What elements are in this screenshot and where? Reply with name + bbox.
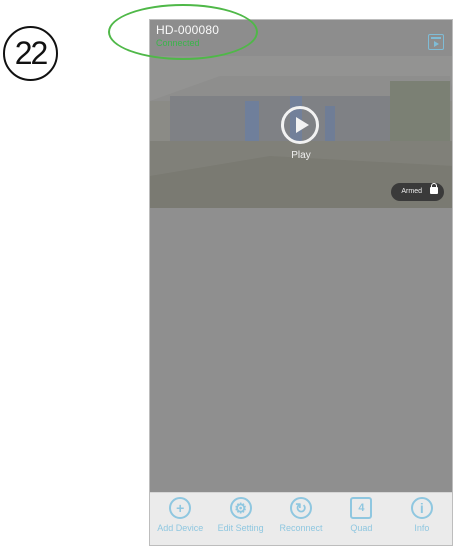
quad-label: Quad <box>350 523 373 533</box>
quad-button[interactable]: 4 Quad <box>331 493 391 545</box>
info-button[interactable]: i Info <box>392 493 452 545</box>
edit-setting-button[interactable]: ⚙ Edit Setting <box>210 493 270 545</box>
armed-label: Armed <box>401 188 422 195</box>
edit-setting-label: Edit Setting <box>217 523 264 533</box>
calendar-playback-icon[interactable] <box>428 34 444 50</box>
reconnect-label: Reconnect <box>279 523 323 533</box>
add-device-button[interactable]: + Add Device <box>150 493 210 545</box>
highlight-ring <box>108 4 258 60</box>
camera-video-preview[interactable]: Play Armed <box>150 56 452 208</box>
phone-screen: HD-000080 Connected Play Armed + Add Dev… <box>149 19 453 546</box>
gear-icon: ⚙ <box>229 497 252 519</box>
info-icon: i <box>410 497 433 519</box>
refresh-icon: ↻ <box>290 497 313 519</box>
bottom-toolbar: + Add Device ⚙ Edit Setting ↻ Reconnect … <box>150 492 452 545</box>
plus-icon: + <box>169 497 192 519</box>
play-button[interactable] <box>281 106 319 144</box>
play-label: Play <box>291 150 311 161</box>
reconnect-button[interactable]: ↻ Reconnect <box>271 493 331 545</box>
quad-icon: 4 <box>350 497 373 519</box>
lock-icon <box>430 183 438 194</box>
add-device-label: Add Device <box>157 523 204 533</box>
info-label: Info <box>414 523 430 533</box>
step-number-badge: 22 <box>3 26 58 81</box>
armed-toggle[interactable]: Armed <box>391 183 444 201</box>
